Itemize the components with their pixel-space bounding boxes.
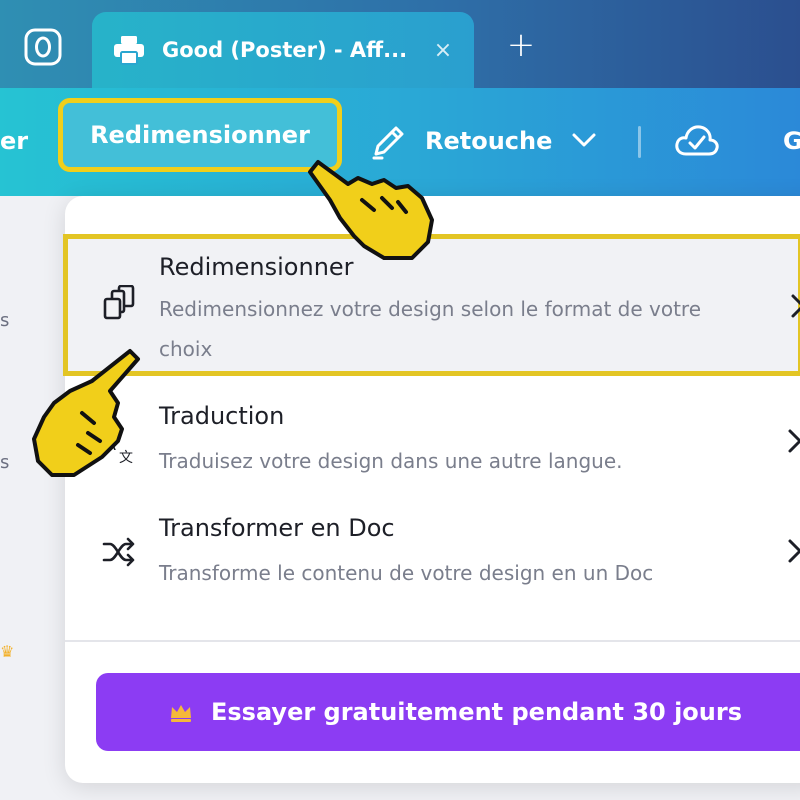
menu-item-title: Traduction xyxy=(159,402,285,430)
chevron-right-icon xyxy=(788,539,800,563)
printer-icon xyxy=(112,33,146,67)
cloud-check-icon[interactable] xyxy=(674,122,720,158)
active-tab[interactable]: Good (Poster) - Aff... × xyxy=(92,12,474,88)
chevron-right-icon xyxy=(791,294,800,318)
pointing-hand-icon xyxy=(308,160,434,260)
browser-tab-bar: Good (Poster) - Aff... × + xyxy=(0,0,800,88)
resize-icon xyxy=(103,285,135,320)
menu-divider xyxy=(65,640,800,642)
sidebar-fragment[interactable]: s xyxy=(0,452,9,473)
tab-close-button[interactable]: × xyxy=(430,38,456,63)
chevron-down-icon[interactable] xyxy=(570,130,598,150)
free-trial-button[interactable]: Essayer gratuitement pendant 30 jours xyxy=(96,673,800,751)
menu-item-transform-doc[interactable]: Transformer en Doc Transforme le contenu… xyxy=(65,498,800,608)
crown-icon: ♛ xyxy=(0,642,15,661)
shuffle-icon xyxy=(102,537,135,567)
pointing-hand-icon xyxy=(32,349,140,477)
home-tab[interactable] xyxy=(22,26,64,68)
menu-item-translate[interactable]: A 文 Traduction Traduisez votre design da… xyxy=(65,386,800,496)
menu-item-description: Redimensionnez votre design selon le for… xyxy=(159,297,702,361)
toolbar-divider xyxy=(638,126,641,158)
new-tab-button[interactable]: + xyxy=(503,28,539,64)
crown-icon xyxy=(171,705,191,722)
menu-item-description: Transforme le contenu de votre design en… xyxy=(159,561,654,585)
sidebar-fragment[interactable]: s xyxy=(0,310,9,331)
menu-item-description: Traduisez votre design dans une autre la… xyxy=(159,449,623,473)
free-trial-label: Essayer gratuitement pendant 30 jours xyxy=(211,698,742,726)
tab-title: Good (Poster) - Aff... xyxy=(162,38,408,62)
chevron-right-icon xyxy=(788,429,800,453)
menu-item-title: Transformer en Doc xyxy=(159,514,395,542)
resize-dropdown-menu: Redimensionner Redimensionnez votre desi… xyxy=(63,196,800,783)
toolbar-prev-item[interactable]: er xyxy=(0,127,28,155)
home-icon xyxy=(24,28,62,66)
toolbar-next-item[interactable]: G xyxy=(783,127,800,155)
